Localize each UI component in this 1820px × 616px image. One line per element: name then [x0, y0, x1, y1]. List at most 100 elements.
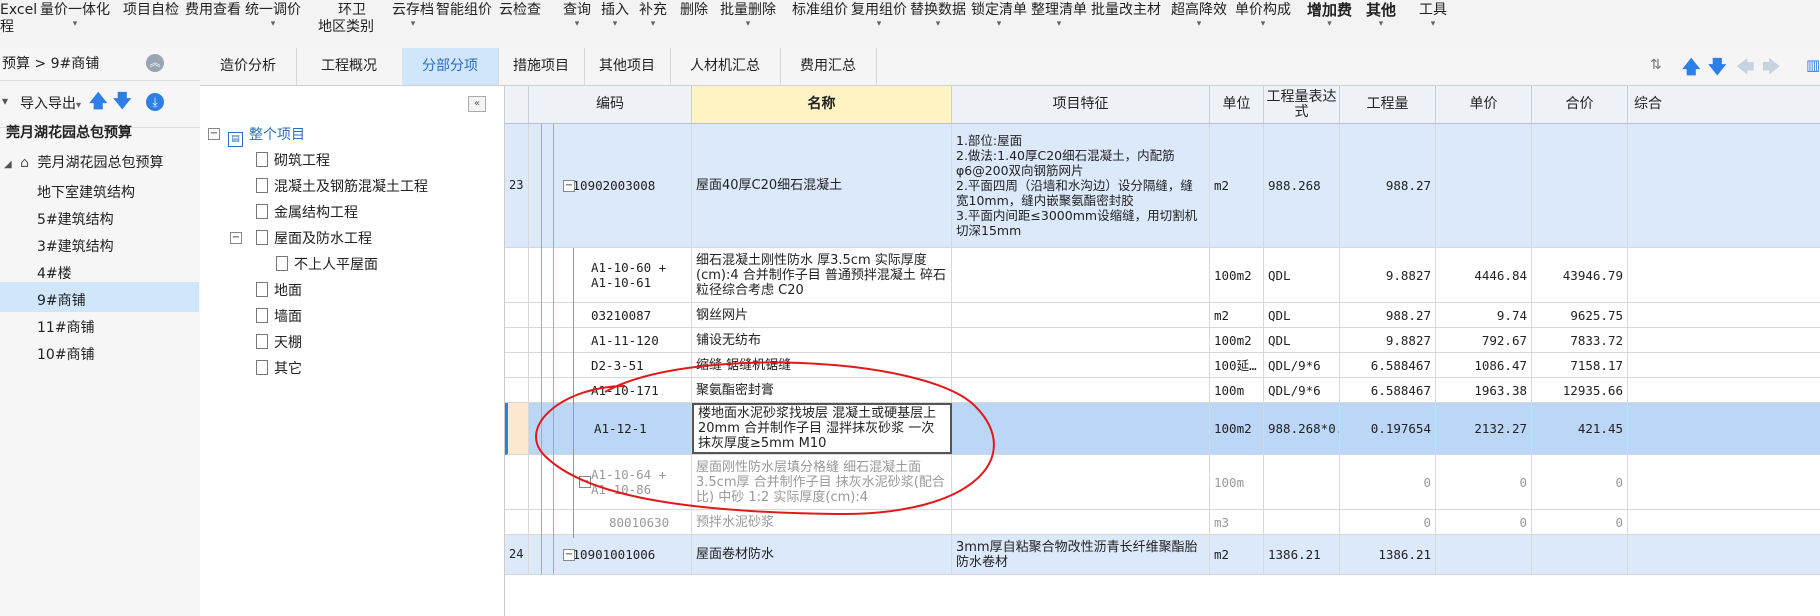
row-up-icon[interactable]: 🡅 — [1682, 55, 1701, 85]
expression-cell[interactable]: QDL/9*6 — [1264, 378, 1340, 402]
name-cell[interactable]: 预拌水泥砂浆 — [692, 510, 952, 534]
unit-price-cell[interactable]: 792.67 — [1436, 328, 1532, 352]
unit-price-cell[interactable]: 0 — [1436, 510, 1532, 534]
name-cell[interactable]: 屋面刚性防水层填分格缝 细石混凝土面3.5cm厚 合并制作子目 抹灰水泥砂浆(配… — [692, 455, 952, 509]
unit-price-cell[interactable]: 0 — [1436, 455, 1532, 509]
column-settings-icon[interactable]: ▥ — [1806, 56, 1820, 74]
unit-cell[interactable]: 100m2 — [1210, 403, 1264, 454]
tools-button[interactable]: 工具 ▾ — [1419, 2, 1447, 29]
unit-price-cell[interactable] — [1436, 124, 1532, 247]
cloud-check-button[interactable]: 云检查 — [499, 2, 541, 19]
quantity-cell[interactable]: 0 — [1340, 510, 1436, 534]
sidebar-item-building5[interactable]: 5#建筑结构 — [37, 209, 114, 229]
table-row-disabled[interactable]: 80010630 预拌水泥砂浆 m3 0 0 0 — [505, 510, 1820, 535]
table-row[interactable]: 03210087 钢丝网片 m2 QDL 988.27 9.74 9625.75 — [505, 303, 1820, 328]
quantity-cell[interactable]: 1386.21 — [1340, 535, 1436, 574]
unit-cell[interactable]: m2 — [1210, 124, 1264, 247]
insert-button[interactable]: 插入 ▾ — [601, 2, 629, 29]
total-cell[interactable]: 9625.75 — [1532, 303, 1628, 327]
download-icon[interactable]: ⤓ — [146, 93, 164, 111]
feature-cell[interactable] — [952, 303, 1210, 327]
cloud-archive-button[interactable]: 云存档 ▾ — [392, 2, 434, 29]
name-cell[interactable]: 铺设无纺布 — [692, 328, 952, 352]
expression-cell[interactable]: QDL — [1264, 303, 1340, 327]
unit-cell[interactable]: m2 — [1210, 303, 1264, 327]
name-cell[interactable]: 屋面40厚C20细石混凝土 — [692, 124, 952, 247]
ultra-high-button[interactable]: 超高降效 ▾ — [1171, 2, 1227, 29]
name-cell[interactable]: 缩缝 锯缝机锯缝 — [692, 353, 952, 377]
fee-view-button[interactable]: 费用查看 — [185, 2, 241, 19]
unit-cell[interactable]: 100m2 — [1210, 328, 1264, 352]
header-expression[interactable]: 工程量表达式 — [1264, 86, 1340, 124]
header-unit[interactable]: 单位 — [1210, 86, 1264, 124]
self-check-button[interactable]: 项目自检 — [123, 2, 179, 19]
collapse-toggle-icon[interactable]: − — [563, 180, 575, 192]
quantity-cell[interactable]: 9.8827 — [1340, 328, 1436, 352]
name-cell-editing[interactable]: 楼地面水泥砂浆找坡层 混凝土或硬基层上20mm 合并制作子目 湿拌抹灰砂浆 一次… — [692, 403, 952, 454]
batch-delete-button[interactable]: 批量删除 ▾ — [720, 2, 776, 29]
unit-cell[interactable]: m3 — [1210, 510, 1264, 534]
table-row[interactable]: 23 010902003008 屋面40厚C20细石混凝土 1.部位:屋面 2.… — [505, 124, 1820, 248]
tree-node-flat-roof[interactable]: 不上人平屋面 — [276, 254, 378, 274]
table-row-selected[interactable]: A1-12-1 楼地面水泥砂浆找坡层 混凝土或硬基层上20mm 合并制作子目 湿… — [505, 403, 1820, 455]
sidebar-item-shop10[interactable]: 10#商铺 — [37, 344, 95, 364]
feature-cell[interactable] — [952, 510, 1210, 534]
excel-button[interactable]: Excel 程 — [0, 2, 37, 36]
comprehensive-cell[interactable] — [1628, 303, 1820, 327]
quantity-cell[interactable]: 988.27 — [1340, 124, 1436, 247]
feature-cell[interactable]: 3mm厚自粘聚合物改性沥青长纤维聚酯胎防水卷材 — [952, 535, 1210, 574]
sort-icon[interactable]: ⇅ — [1650, 57, 1662, 73]
batch-change-material-button[interactable]: 批量改主材 — [1091, 2, 1161, 19]
unit-cell[interactable]: 100延… — [1210, 353, 1264, 377]
replace-data-button[interactable]: 替换数据 ▾ — [910, 2, 966, 29]
tree-node-wall[interactable]: 墙面 — [256, 306, 302, 326]
comprehensive-cell[interactable] — [1628, 353, 1820, 377]
unit-price-composition-button[interactable]: 单价构成 ▾ — [1235, 2, 1291, 29]
unit-price-cell[interactable] — [1436, 535, 1532, 574]
tab-fee-summary[interactable]: 费用汇总 — [780, 48, 877, 85]
total-cell[interactable] — [1532, 124, 1628, 247]
table-row[interactable]: A1-11-120 铺设无纺布 100m2 QDL 9.8827 792.67 … — [505, 328, 1820, 353]
add-fee-button[interactable]: 增加费 ▾ — [1307, 2, 1352, 30]
tree-node-whole-project[interactable]: ▤ 整个项目 — [228, 124, 305, 147]
total-cell[interactable]: 0 — [1532, 510, 1628, 534]
unit-cell[interactable]: m2 — [1210, 535, 1264, 574]
total-cell[interactable]: 7158.17 — [1532, 353, 1628, 377]
quantity-cell[interactable]: 0 — [1340, 455, 1436, 509]
table-row[interactable]: A1-10-171 聚氨酯密封膏 100m QDL/9*6 6.588467 1… — [505, 378, 1820, 403]
row-left-icon[interactable]: 🡄 — [1736, 55, 1755, 85]
header-quantity[interactable]: 工程量 — [1340, 86, 1436, 124]
expression-cell[interactable] — [1264, 455, 1340, 509]
lock-list-button[interactable]: 锁定清单 ▾ — [971, 2, 1027, 29]
tab-labor-material-summary[interactable]: 人材机汇总 — [670, 48, 781, 85]
unit-cell[interactable]: 100m — [1210, 378, 1264, 402]
tab-cost-analysis[interactable]: 造价分析 — [200, 48, 297, 85]
feature-cell[interactable] — [952, 328, 1210, 352]
name-cell[interactable]: 细石混凝土刚性防水 厚3.5cm 实际厚度(cm):4 合并制作子目 普通预拌混… — [692, 248, 952, 302]
organize-list-button[interactable]: 整理清单 ▾ — [1031, 2, 1087, 29]
table-row[interactable]: 24 010901001006 屋面卷材防水 3mm厚自粘聚合物改性沥青长纤维聚… — [505, 535, 1820, 575]
comprehensive-cell[interactable] — [1628, 510, 1820, 534]
row-right-icon[interactable]: 🡆 — [1762, 55, 1781, 85]
row-down-icon[interactable]: 🡇 — [1708, 55, 1727, 85]
collapse-toggle-icon[interactable]: − — [208, 128, 220, 140]
tab-project-overview[interactable]: 工程概况 — [296, 48, 403, 85]
comprehensive-cell[interactable] — [1628, 535, 1820, 574]
feature-cell[interactable] — [952, 403, 1210, 454]
move-down-icon[interactable]: 🡇 — [113, 89, 132, 119]
collapse-toggle-icon[interactable]: − — [579, 476, 591, 488]
collapse-up-icon[interactable]: ︽ — [146, 54, 164, 72]
unit-price-cell[interactable]: 1963.38 — [1436, 378, 1532, 402]
query-button[interactable]: 查询 ▾ — [563, 2, 591, 29]
unit-cell[interactable]: 100m — [1210, 455, 1264, 509]
collapse-toggle-icon[interactable]: − — [563, 549, 575, 561]
header-code[interactable]: 编码 — [529, 86, 692, 124]
move-up-icon[interactable]: 🡅 — [89, 89, 108, 119]
total-cell[interactable]: 7833.72 — [1532, 328, 1628, 352]
unit-price-cell[interactable]: 2132.27 — [1436, 403, 1532, 454]
total-cell[interactable] — [1532, 535, 1628, 574]
unit-price-cell[interactable]: 1086.47 — [1436, 353, 1532, 377]
unit-price-cell[interactable]: 4446.84 — [1436, 248, 1532, 302]
comprehensive-cell[interactable] — [1628, 248, 1820, 302]
feature-cell[interactable]: 1.部位:屋面 2.做法:1.40厚C20细石混凝土，内配筋φ6@200双向钢筋… — [952, 124, 1210, 247]
